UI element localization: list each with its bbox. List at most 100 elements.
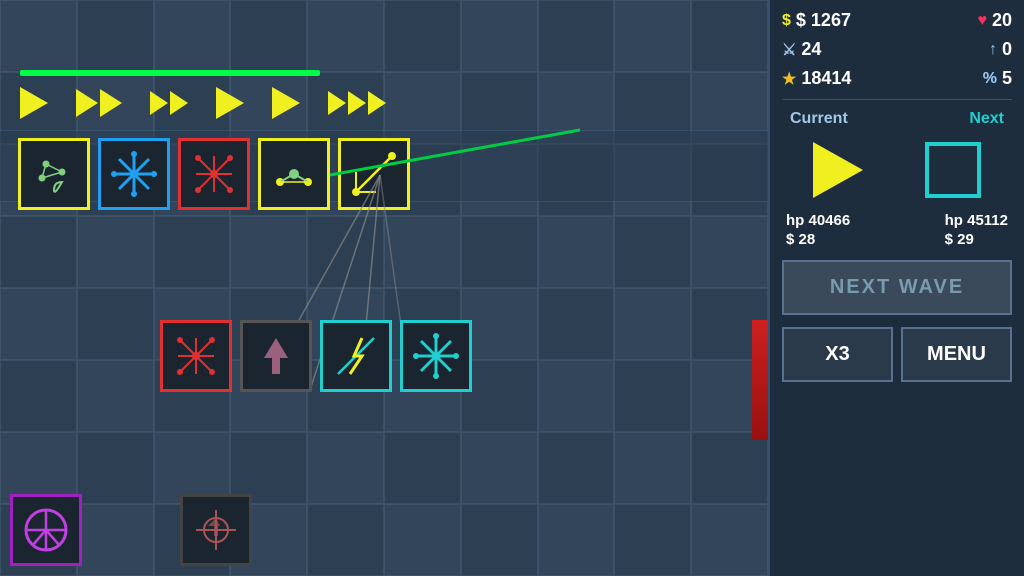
grid-cell xyxy=(538,288,615,360)
current-cost: $ 28 xyxy=(786,231,850,248)
money-value: $ 1267 xyxy=(796,10,851,31)
grid-cell xyxy=(538,360,615,432)
grid-cell xyxy=(77,0,154,72)
tower-nodes[interactable] xyxy=(258,138,330,210)
tower-ice[interactable] xyxy=(98,138,170,210)
grid-cell xyxy=(538,0,615,72)
grid-cell xyxy=(384,504,461,576)
grid-cell xyxy=(614,216,691,288)
tower-row-2 xyxy=(160,320,472,392)
grid-cell xyxy=(0,360,77,432)
sword-stat: ⚔ 24 xyxy=(782,39,821,60)
grid-cell xyxy=(230,0,307,72)
sword-icon: ⚔ xyxy=(782,40,796,60)
current-hp: hp 40466 xyxy=(786,212,850,229)
grid-cell xyxy=(461,504,538,576)
hearts-stat: ♥ 20 xyxy=(977,10,1012,31)
tower-target[interactable] xyxy=(338,138,410,210)
enemy-stats: hp 40466 $ 28 hp 45112 $ 29 xyxy=(782,212,1012,248)
menu-button[interactable]: MENU xyxy=(901,327,1012,382)
percent-icon: % xyxy=(983,70,997,88)
enemy-health-bar xyxy=(752,320,768,440)
grid-cell xyxy=(461,288,538,360)
next-enemy-stats: hp 45112 $ 29 xyxy=(945,212,1008,248)
tower-splitter-2[interactable] xyxy=(160,320,232,392)
grid-cell xyxy=(384,216,461,288)
current-next-header: Current Next xyxy=(782,108,1012,130)
stat-row-star-percent: ★ 18414 % 5 xyxy=(782,66,1012,91)
x3-button[interactable]: X3 xyxy=(782,327,893,382)
stat-row-money-hearts: $ $ 1267 ♥ 20 xyxy=(782,8,1012,33)
grid-cell xyxy=(77,432,154,504)
grid-cell xyxy=(307,216,384,288)
tower-ice-2[interactable] xyxy=(400,320,472,392)
grid-cell xyxy=(538,432,615,504)
grid-cell xyxy=(307,504,384,576)
current-enemy-triangle xyxy=(813,142,863,198)
grid-cell xyxy=(0,0,77,72)
tower-up-arrow[interactable] xyxy=(240,320,312,392)
bottom-buttons: X3 MENU xyxy=(782,327,1012,382)
next-wave-button[interactable]: NEXT WAVE xyxy=(782,260,1012,315)
grid-cell xyxy=(614,360,691,432)
grid-cell xyxy=(77,504,154,576)
grid-cell xyxy=(154,0,231,72)
arrow-up-stat: ↑ 0 xyxy=(989,39,1012,60)
next-enemy-square xyxy=(925,142,981,198)
stat-row-sword-arrow: ⚔ 24 ↑ 0 xyxy=(782,37,1012,62)
grid-cell xyxy=(538,504,615,576)
wave-arrow-1 xyxy=(20,87,48,119)
star-stat: ★ 18414 xyxy=(782,68,851,89)
grid-cell xyxy=(461,360,538,432)
grid-cell xyxy=(77,288,154,360)
grid-cell xyxy=(461,216,538,288)
arrow-up-value: 0 xyxy=(1002,39,1012,60)
money-icon: $ xyxy=(782,12,791,30)
arrow-up-icon: ↑ xyxy=(989,41,997,59)
grid-cell xyxy=(0,216,77,288)
progress-bar xyxy=(20,70,320,76)
grid-cell xyxy=(307,0,384,72)
wave-arrows xyxy=(20,78,760,128)
wave-arrow-2 xyxy=(76,89,122,117)
grid-cell xyxy=(230,216,307,288)
grid-cell xyxy=(538,216,615,288)
tower-water[interactable] xyxy=(18,138,90,210)
tower-splitter[interactable] xyxy=(178,138,250,210)
star-icon: ★ xyxy=(782,69,796,89)
current-label: Current xyxy=(790,110,848,128)
grid-cell xyxy=(614,504,691,576)
grid-cell xyxy=(0,288,77,360)
grid-cell xyxy=(461,0,538,72)
percent-value: 5 xyxy=(1002,68,1012,89)
enemy-preview xyxy=(782,134,1012,206)
sidebar: $ $ 1267 ♥ 20 ⚔ 24 ↑ 0 ★ 18414 % 5 Curre… xyxy=(768,0,1024,576)
grid-cell xyxy=(691,216,768,288)
game-area xyxy=(0,0,768,576)
grid-cell xyxy=(77,360,154,432)
grid-cell xyxy=(307,432,384,504)
tower-row-1 xyxy=(18,138,410,210)
grid-cell xyxy=(384,432,461,504)
tower-peace[interactable] xyxy=(10,494,82,566)
wave-arrow-4 xyxy=(216,87,244,119)
next-hp: hp 45112 xyxy=(945,212,1008,229)
grid-cell xyxy=(384,0,461,72)
hearts-value: 20 xyxy=(992,10,1012,31)
grid-cell xyxy=(691,504,768,576)
tower-lightning[interactable] xyxy=(320,320,392,392)
star-value: 18414 xyxy=(801,68,851,89)
wave-arrow-3 xyxy=(150,91,188,115)
sword-value: 24 xyxy=(801,39,821,60)
grid-cell xyxy=(614,288,691,360)
tower-crosshair[interactable] xyxy=(180,494,252,566)
divider-1 xyxy=(782,99,1012,100)
grid-cell xyxy=(461,432,538,504)
grid-cell xyxy=(691,0,768,72)
next-label: Next xyxy=(969,110,1004,128)
grid-cell xyxy=(614,432,691,504)
grid-cell xyxy=(614,0,691,72)
wave-arrow-5 xyxy=(272,87,300,119)
wave-arrow-6 xyxy=(328,91,386,115)
heart-icon: ♥ xyxy=(977,12,987,30)
